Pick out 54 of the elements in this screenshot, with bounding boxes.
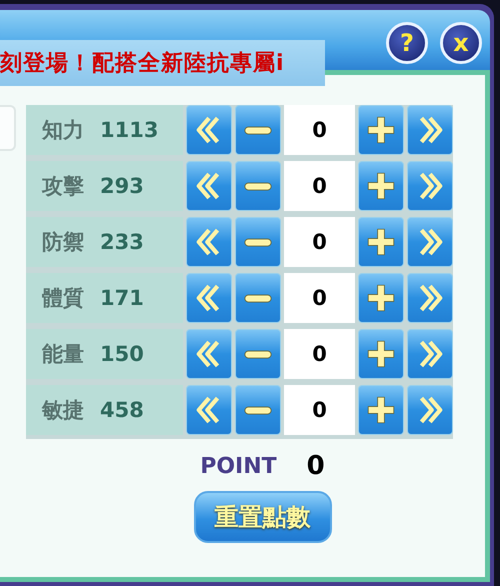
stat-value: 171 <box>100 286 144 310</box>
decrease-button[interactable] <box>235 161 281 211</box>
decrease-button[interactable] <box>235 273 281 323</box>
stat-name: 攻擊 <box>42 173 84 200</box>
decrease-button[interactable] <box>235 217 281 267</box>
stat-name: 體質 <box>42 285 84 312</box>
allocated-points: 0 <box>284 105 355 155</box>
stat-value: 233 <box>100 230 144 254</box>
stat-value: 1113 <box>100 118 158 142</box>
stat-name: 防禦 <box>42 229 84 256</box>
decrease-max-button[interactable] <box>186 329 232 379</box>
increase-max-button[interactable] <box>407 385 453 435</box>
minus-icon <box>244 350 272 358</box>
increase-button[interactable] <box>358 329 404 379</box>
allocated-points: 0 <box>284 161 355 211</box>
ticker-text: 刻登場！配搭全新陸抗專屬i <box>0 50 285 78</box>
minus-icon <box>244 238 272 246</box>
allocated-points: 0 <box>284 385 355 435</box>
increase-max-button[interactable] <box>407 105 453 155</box>
decrease-max-button[interactable] <box>186 161 232 211</box>
stat-name: 敏捷 <box>42 397 84 424</box>
decrease-button[interactable] <box>235 105 281 155</box>
decrease-button[interactable] <box>235 329 281 379</box>
increase-button[interactable] <box>358 273 404 323</box>
decrease-button[interactable] <box>235 385 281 435</box>
allocated-points: 0 <box>284 273 355 323</box>
increase-max-button[interactable] <box>407 329 453 379</box>
close-button[interactable]: x <box>440 22 482 64</box>
minus-icon <box>244 126 272 134</box>
increase-max-button[interactable] <box>407 217 453 267</box>
increase-button[interactable] <box>358 385 404 435</box>
help-button[interactable]: ? <box>386 22 428 64</box>
increase-max-button[interactable] <box>407 273 453 323</box>
stat-value: 150 <box>100 342 144 366</box>
increase-button[interactable] <box>358 105 404 155</box>
stat-value: 458 <box>100 398 144 422</box>
minus-icon <box>244 294 272 302</box>
point-value: 0 <box>306 451 325 481</box>
minus-icon <box>244 406 272 414</box>
decrease-max-button[interactable] <box>186 385 232 435</box>
increase-max-button[interactable] <box>407 161 453 211</box>
point-label: POINT <box>200 454 277 478</box>
decrease-max-button[interactable] <box>186 273 232 323</box>
allocated-points: 0 <box>284 217 355 267</box>
stat-value: 293 <box>100 174 144 198</box>
allocated-points: 0 <box>284 329 355 379</box>
increase-button[interactable] <box>358 161 404 211</box>
decrease-max-button[interactable] <box>186 105 232 155</box>
decrease-max-button[interactable] <box>186 217 232 267</box>
reset-points-button[interactable]: 重置點數 <box>194 491 332 543</box>
minus-icon <box>244 182 272 190</box>
increase-button[interactable] <box>358 217 404 267</box>
stat-name: 能量 <box>42 341 84 368</box>
stat-name: 知力 <box>42 117 84 144</box>
